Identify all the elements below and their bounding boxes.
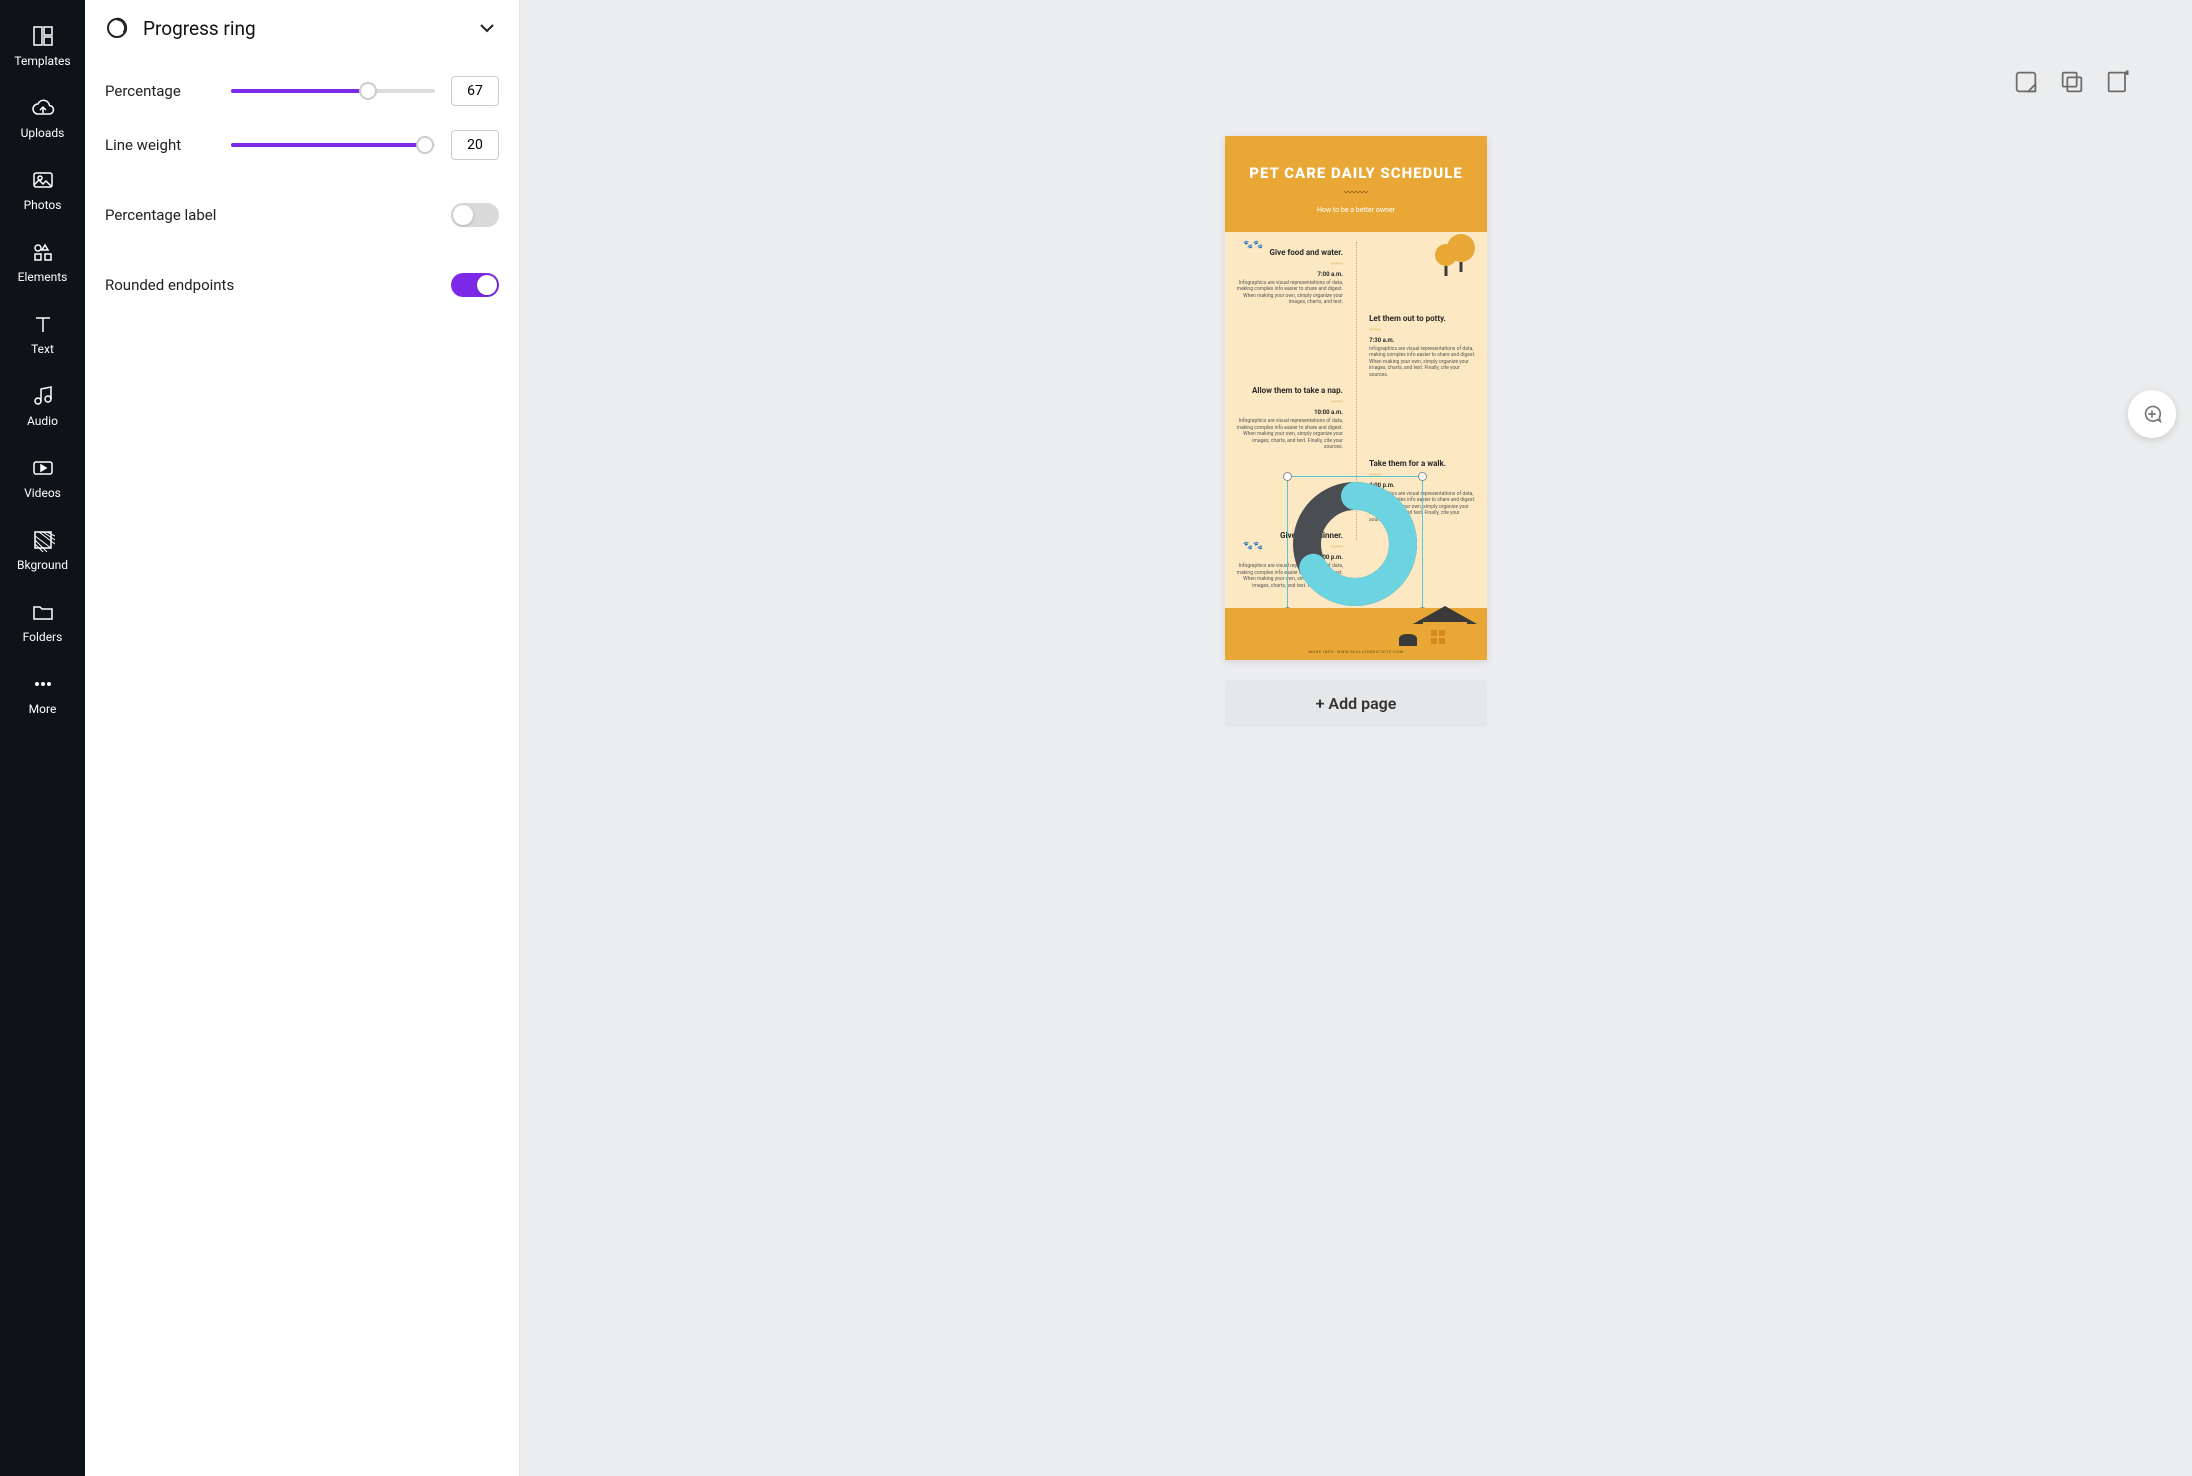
entry-time: 7:00 a.m.	[1235, 271, 1343, 278]
notes-icon[interactable]	[2012, 68, 2040, 96]
entry-text: Infographics are visual representations …	[1235, 280, 1343, 306]
paws-icon: 🐾🐾	[1243, 240, 1263, 249]
tree-icon	[1447, 234, 1475, 262]
add-page-icon[interactable]	[2104, 68, 2132, 96]
entry-title: Give food and water.	[1235, 248, 1343, 257]
elements-icon	[31, 240, 55, 264]
squiggle-icon: 〰〰〰	[1239, 187, 1473, 198]
uploads-icon	[31, 96, 55, 120]
add-page-button[interactable]: + Add page	[1225, 680, 1487, 727]
videos-icon	[31, 456, 55, 480]
percentage-input[interactable]	[451, 76, 499, 106]
properties-panel: Progress ring Percentage Line weight Per…	[85, 0, 520, 1476]
squiggle-icon: 〰〰	[1235, 397, 1343, 406]
schedule-entry: Let them out to potty. 〰〰 7:30 a.m. Infogra…	[1225, 310, 1487, 383]
sidebar-item-label: Audio	[27, 414, 58, 428]
document-page[interactable]: PET CARE DAILY SCHEDULE 〰〰〰 How to be a …	[1225, 136, 1487, 660]
prop-label: Percentage	[105, 82, 215, 100]
sidebar-item-label: Uploads	[21, 126, 65, 140]
prop-row-percentage: Percentage	[105, 66, 499, 116]
entry-time: 7:30 a.m.	[1369, 337, 1477, 344]
percentage-label-toggle[interactable]	[451, 203, 499, 227]
doc-subtitle: How to be a better owner	[1239, 206, 1473, 214]
sidebar-item-label: Templates	[14, 54, 70, 68]
sidebar-item-label: Photos	[24, 198, 62, 212]
entry-text: Infographics are visual representations …	[1369, 346, 1477, 379]
percentage-slider[interactable]	[231, 81, 435, 101]
entry-time: 10:00 a.m.	[1235, 409, 1343, 416]
sidebar-item-more[interactable]: More	[0, 660, 85, 732]
sidebar-item-bkground[interactable]: Bkground	[0, 516, 85, 588]
sidebar-item-text[interactable]: Text	[0, 300, 85, 372]
dog-icon	[1399, 634, 1417, 646]
sidebar-item-audio[interactable]: Audio	[0, 372, 85, 444]
doc-title: PET CARE DAILY SCHEDULE	[1239, 164, 1473, 183]
props-header[interactable]: Progress ring	[85, 0, 519, 56]
sidebar-item-templates[interactable]: Templates	[0, 12, 85, 84]
photos-icon	[31, 168, 55, 192]
folders-icon	[31, 600, 55, 624]
props-body: Percentage Line weight Percentage label …	[85, 56, 519, 324]
canvas-area[interactable]: PET CARE DAILY SCHEDULE 〰〰〰 How to be a …	[520, 0, 2192, 1476]
sidebar-item-label: Text	[31, 342, 54, 356]
prop-row-percentage-label: Percentage label	[105, 190, 499, 240]
entry-text: Infographics are visual representations …	[1235, 418, 1343, 451]
sidebar-item-label: Bkground	[17, 558, 68, 572]
prop-row-rounded-endpoints: Rounded endpoints	[105, 260, 499, 310]
sidebar-item-folders[interactable]: Folders	[0, 588, 85, 660]
line-weight-slider[interactable]	[231, 135, 435, 155]
sidebar-item-photos[interactable]: Photos	[0, 156, 85, 228]
prop-row-line-weight: Line weight	[105, 120, 499, 170]
audio-icon	[31, 384, 55, 408]
sidebar: Templates Uploads Photos Elements Text A…	[0, 0, 85, 1476]
line-weight-input[interactable]	[451, 130, 499, 160]
sidebar-item-uploads[interactable]: Uploads	[0, 84, 85, 156]
prop-label: Rounded endpoints	[105, 276, 435, 294]
chevron-down-icon	[475, 16, 499, 40]
text-icon	[31, 312, 55, 336]
props-header-title: Progress ring	[143, 17, 256, 40]
selection-box	[1287, 476, 1423, 612]
prop-label: Percentage label	[105, 206, 435, 224]
entry-title: Take them for a walk.	[1369, 459, 1477, 468]
entry-title: Let them out to potty.	[1369, 314, 1477, 323]
rounded-endpoints-toggle[interactable]	[451, 273, 499, 297]
squiggle-icon: 〰〰	[1235, 259, 1343, 268]
doc-body: 🐾🐾 Give food and water. 〰〰 7:00 a.m. Infogr…	[1225, 232, 1487, 600]
doc-footer-text: MORE INFO: WWW.REALLYGREATSITE.COM	[1225, 649, 1487, 654]
more-icon	[31, 672, 55, 696]
entry-title: Allow them to take a nap.	[1235, 386, 1343, 395]
sidebar-item-label: Elements	[18, 270, 68, 284]
sidebar-item-elements[interactable]: Elements	[0, 228, 85, 300]
bkground-icon	[31, 528, 55, 552]
progress-ring-element[interactable]	[1287, 476, 1423, 612]
resize-handle-tl[interactable]	[1283, 472, 1292, 481]
schedule-entry: Allow them to take a nap. 〰〰 10:00 a.m. Inf…	[1225, 382, 1487, 455]
paws-icon: 🐾🐾	[1243, 541, 1263, 550]
sidebar-item-label: More	[29, 702, 57, 716]
duplicate-icon[interactable]	[2058, 68, 2086, 96]
house-icon	[1417, 606, 1473, 646]
sidebar-item-label: Videos	[24, 486, 61, 500]
doc-header: PET CARE DAILY SCHEDULE 〰〰〰 How to be a …	[1225, 136, 1487, 232]
canvas-page-toolbar	[2012, 68, 2132, 96]
progress-ring-icon	[105, 16, 129, 40]
resize-handle-tr[interactable]	[1418, 472, 1427, 481]
squiggle-icon: 〰〰	[1369, 325, 1477, 334]
prop-label: Line weight	[105, 136, 215, 154]
sidebar-item-label: Folders	[23, 630, 63, 644]
doc-footer: MORE INFO: WWW.REALLYGREATSITE.COM	[1225, 608, 1487, 660]
templates-icon	[31, 24, 55, 48]
comment-icon	[2141, 403, 2163, 425]
comment-button[interactable]	[2128, 390, 2176, 438]
sidebar-item-videos[interactable]: Videos	[0, 444, 85, 516]
